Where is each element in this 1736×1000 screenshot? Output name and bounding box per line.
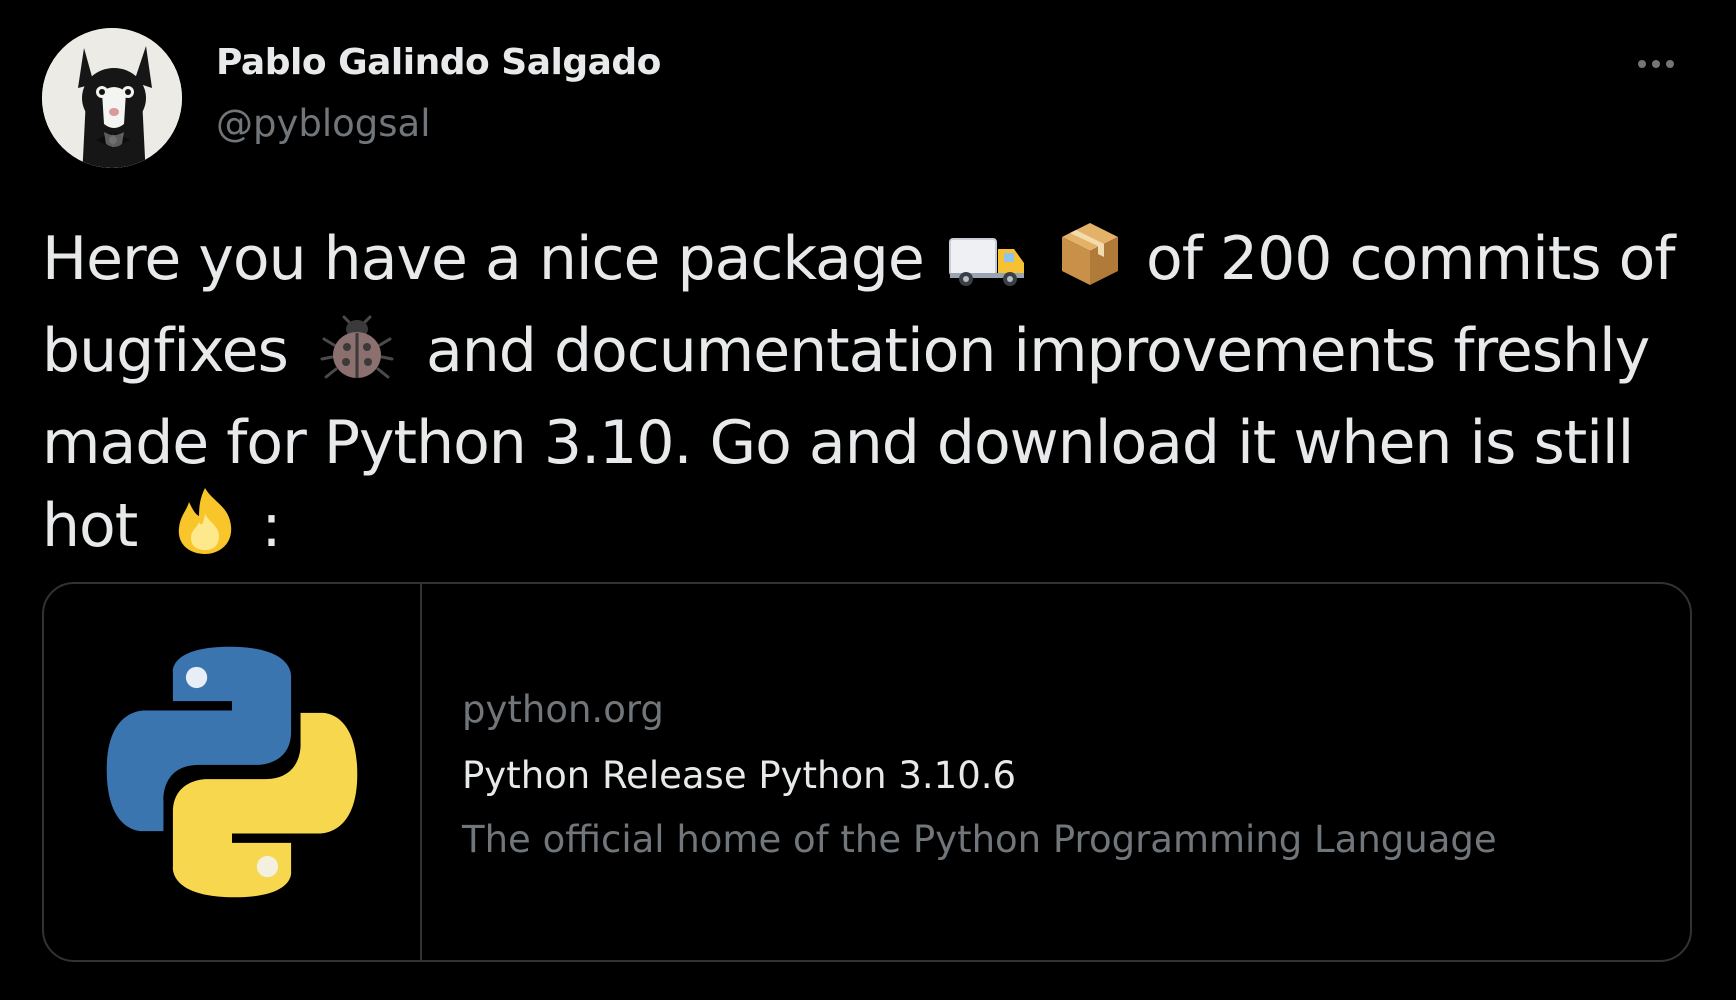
tweet: Pablo Galindo Salgado @pyblogsal Here yo…	[0, 0, 1736, 1000]
delivery-truck-icon	[948, 228, 1028, 310]
tweet-text: Here you have a nice package of 200 comm…	[42, 218, 1722, 577]
package-icon	[1058, 219, 1122, 310]
cat-avatar-icon	[42, 28, 182, 168]
tweet-line-1: Here you have a nice package of 200 comm…	[42, 218, 1722, 310]
card-body: python.org Python Release Python 3.10.6 …	[462, 584, 1660, 960]
card-domain: python.org	[462, 688, 664, 731]
card-description: The official home of the Python Programm…	[462, 818, 1497, 861]
more-options-icon	[1638, 60, 1646, 68]
card-title: Python Release Python 3.10.6	[462, 754, 1017, 797]
author-avatar[interactable]	[42, 28, 182, 168]
tweet-line-4: hot :	[42, 484, 1722, 577]
author-handle[interactable]: @pyblogsal	[216, 102, 431, 145]
link-preview-card[interactable]: python.org Python Release Python 3.10.6 …	[42, 582, 1692, 962]
tweet-line-3: made for Python 3.10. Go and download it…	[42, 408, 1634, 478]
ladybug-icon	[320, 315, 394, 402]
fire-icon	[169, 484, 241, 577]
card-thumbnail	[44, 584, 422, 960]
tweet-line-2: bugfixes and documentation improvements …	[42, 310, 1722, 402]
python-logo-icon	[106, 646, 358, 898]
author-display-name[interactable]: Pablo Galindo Salgado	[216, 42, 661, 83]
more-options-button[interactable]	[1624, 44, 1688, 84]
